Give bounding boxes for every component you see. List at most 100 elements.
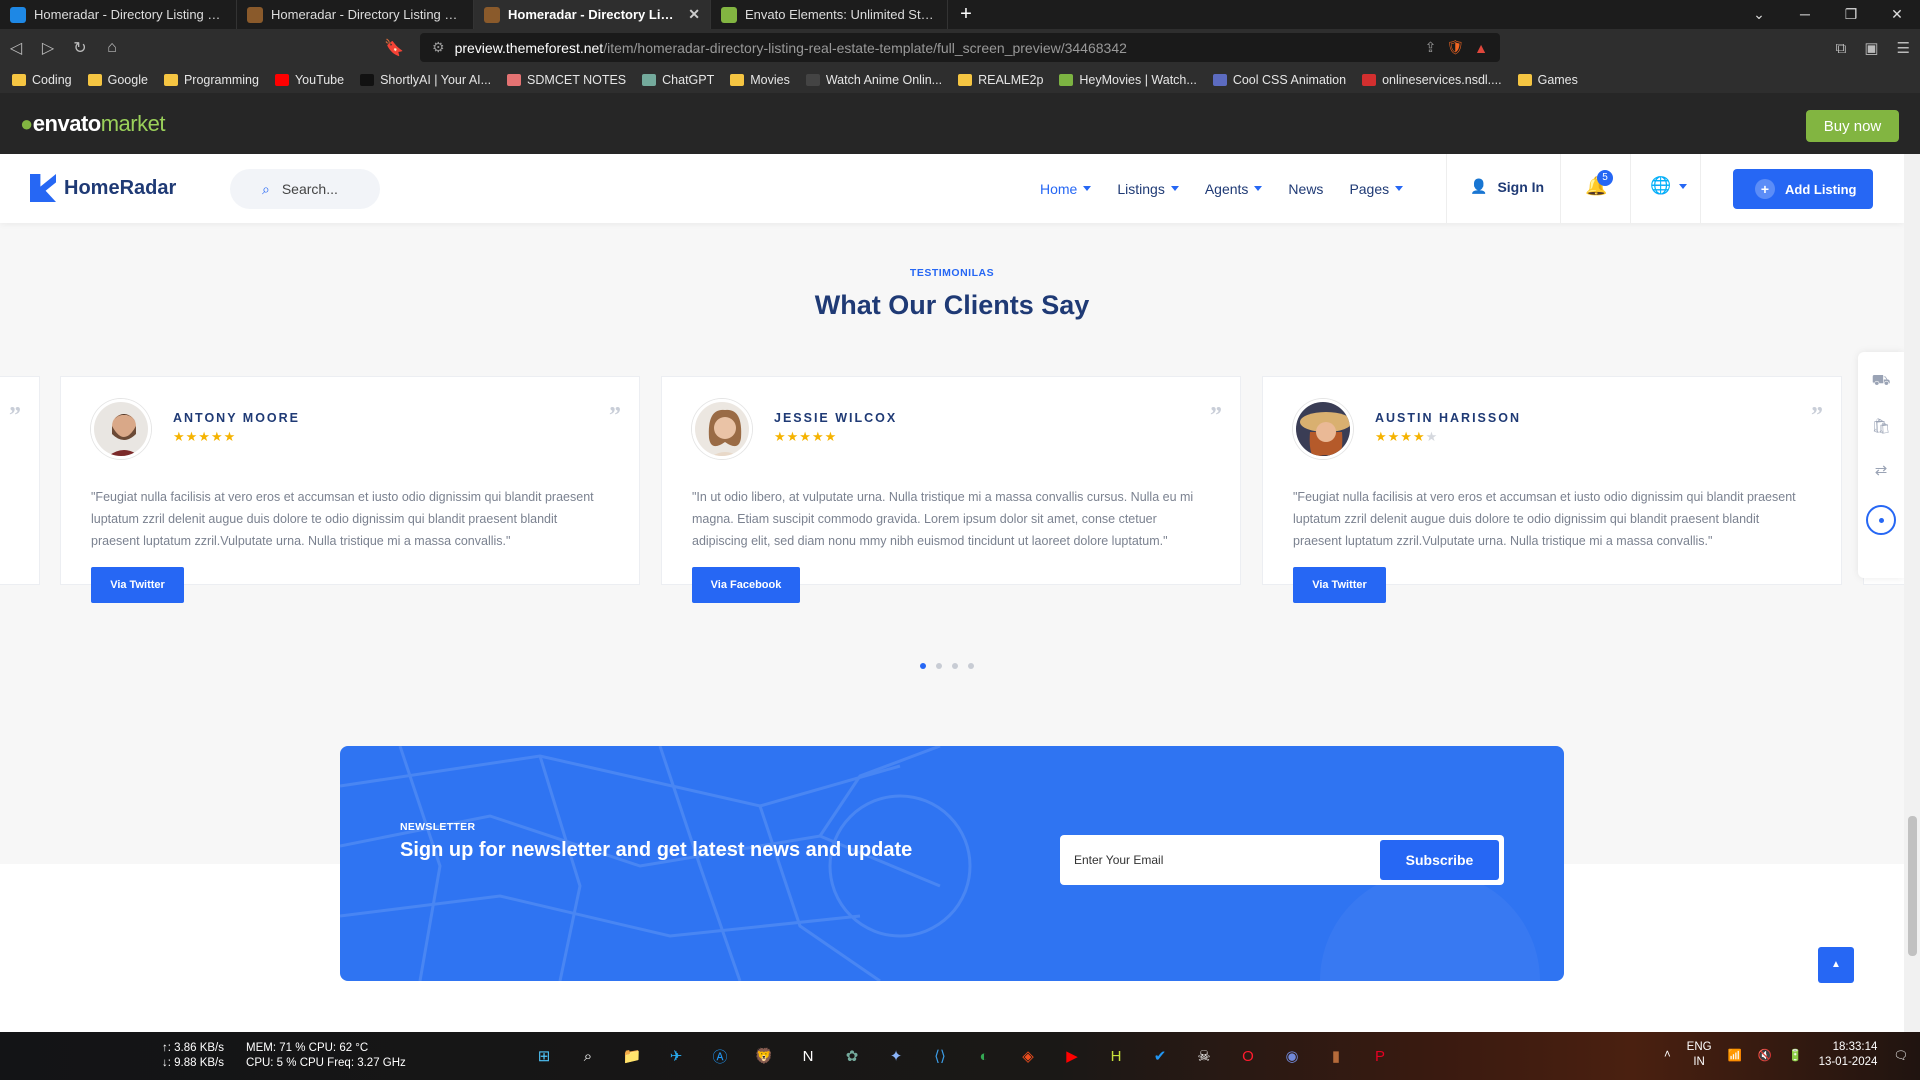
back-icon[interactable]: ◁	[0, 38, 32, 58]
notification-center-icon[interactable]: 🗨	[1893, 1048, 1908, 1062]
via-facebook-button[interactable]: Via Facebook	[692, 567, 800, 603]
testimonial-card-partial: ”	[0, 376, 40, 585]
figma-icon[interactable]: ◈	[1012, 1040, 1044, 1072]
page-scrollbar[interactable]	[1904, 154, 1920, 1032]
bookmark-item[interactable]: Games	[1517, 73, 1578, 87]
section-tag: TESTIMONILAS	[909, 267, 995, 279]
bookmark-item[interactable]: SDMCET NOTES	[507, 73, 626, 87]
via-twitter-button[interactable]: Via Twitter	[91, 567, 184, 603]
bookmark-item[interactable]: HeyMovies | Watch...	[1059, 73, 1197, 87]
pager-dot[interactable]	[936, 663, 942, 669]
bookmark-item[interactable]: Cool CSS Animation	[1212, 73, 1346, 87]
bookmark-item[interactable]: REALME2p	[958, 73, 1043, 87]
volume-icon[interactable]: 🔇	[1758, 1048, 1772, 1062]
nav-listings[interactable]: Listings	[1117, 181, 1179, 197]
browser-tab[interactable]: Homeradar - Directory Listing Real Est	[0, 0, 237, 29]
forward-icon[interactable]: ▷	[32, 38, 64, 58]
via-twitter-button[interactable]: Via Twitter	[1293, 567, 1386, 603]
brave-icon[interactable]: 🦁	[748, 1040, 780, 1072]
bookmark-item[interactable]: Watch Anime Onlin...	[805, 73, 942, 87]
pinterest-icon[interactable]: P	[1364, 1040, 1396, 1072]
maximize-button[interactable]: ❐	[1828, 0, 1874, 29]
nav-home[interactable]: Home	[1040, 181, 1092, 197]
bookmark-item[interactable]: ShortlyAI | Your AI...	[360, 73, 491, 87]
vscode-icon[interactable]: ⟨⟩	[924, 1040, 956, 1072]
search-box[interactable]: ⌕ Search...	[230, 169, 380, 209]
tab-list-icon[interactable]: ⌄	[1736, 0, 1782, 29]
bookmark-icon	[958, 74, 973, 86]
share-icon[interactable]: ⇪	[1425, 39, 1437, 56]
book-icon[interactable]: ▮	[1320, 1040, 1352, 1072]
clock[interactable]: 18:33:14 13-01-2024	[1819, 1040, 1878, 1070]
battery-icon[interactable]: 🔋	[1788, 1048, 1802, 1062]
bookmark-icon[interactable]: 🔖	[378, 38, 410, 58]
pager-dot[interactable]	[952, 663, 958, 669]
reload-icon[interactable]: ↻	[64, 38, 96, 58]
loader-icon[interactable]	[1866, 505, 1896, 535]
bookmark-item[interactable]: ChatGPT	[642, 73, 714, 87]
wallet-icon[interactable]: ▣	[1864, 39, 1878, 57]
nav-pages[interactable]: Pages	[1349, 181, 1404, 197]
bookmark-item[interactable]: Movies	[730, 73, 790, 87]
site-info-icon[interactable]: ⚙	[432, 39, 445, 56]
close-tab-icon[interactable]: ✕	[688, 6, 700, 23]
opera-icon[interactable]: O	[1232, 1040, 1264, 1072]
subscribe-button[interactable]: Subscribe	[1380, 840, 1499, 880]
bookmark-item[interactable]: Google	[87, 73, 148, 87]
chevron-up-icon[interactable]: ˄	[1664, 1049, 1671, 1061]
truck-icon[interactable]: ⛟	[1872, 372, 1891, 391]
home-icon[interactable]: ⌂	[96, 39, 128, 57]
wifi-icon[interactable]: 📶	[1728, 1048, 1742, 1062]
todo-icon[interactable]: ✔	[1144, 1040, 1176, 1072]
homeradar-logo[interactable]: HomeRadar	[30, 174, 176, 202]
compare-icon[interactable]: ⇄	[1875, 461, 1888, 479]
bookmarks-bar: Coding Google Programming YouTube ShortlyAI …	[0, 67, 1920, 93]
edge-icon[interactable]: ◐	[968, 1040, 1000, 1072]
nav-news[interactable]: News	[1288, 181, 1323, 197]
pager-dot[interactable]	[920, 663, 926, 669]
file-explorer-icon[interactable]: 📁	[616, 1040, 648, 1072]
bag-icon[interactable]: 🛍	[1871, 417, 1890, 435]
bookmark-item[interactable]: onlineservices.nsdl....	[1362, 73, 1502, 87]
telegram-icon[interactable]: ✈	[660, 1040, 692, 1072]
bookmark-item[interactable]: Programming	[163, 73, 259, 87]
brave-shield-icon[interactable]: 🛡	[1446, 39, 1464, 56]
notion-icon[interactable]: N	[792, 1040, 824, 1072]
scroll-to-top-button[interactable]: ▲	[1818, 947, 1854, 983]
browser-tab[interactable]: Envato Elements: Unlimited Stock Vide	[711, 0, 948, 29]
language-selector[interactable]: 🌐	[1650, 176, 1688, 196]
language-indicator[interactable]: ENG IN	[1687, 1040, 1712, 1070]
brave-rewards-icon[interactable]: ▲	[1474, 40, 1488, 56]
menu-icon[interactable]: ☰	[1897, 39, 1910, 57]
close-window-button[interactable]: ✕	[1874, 0, 1920, 29]
email-field[interactable]	[1074, 847, 1364, 873]
address-bar[interactable]: ⚙ preview.themeforest.net/item/homeradar…	[420, 33, 1500, 62]
bookmark-icon	[730, 74, 745, 86]
envato-logo[interactable]: ●envatomarket	[20, 111, 165, 137]
minimize-button[interactable]: ─	[1782, 0, 1828, 29]
search-icon[interactable]: ⌕	[572, 1040, 604, 1072]
windows-start-icon[interactable]: ⊞	[528, 1040, 560, 1072]
scrollbar-thumb[interactable]	[1908, 816, 1917, 956]
discord-icon[interactable]: ◉	[1276, 1040, 1308, 1072]
bookmark-item[interactable]: Coding	[12, 73, 72, 87]
quote-icon: ”	[1210, 403, 1222, 429]
browser-tab[interactable]: Homeradar - Directory Listing Real Est	[237, 0, 474, 29]
buy-now-button[interactable]: Buy now	[1806, 110, 1899, 142]
gemini-icon[interactable]: ✦	[880, 1040, 912, 1072]
add-listing-button[interactable]: + Add Listing	[1733, 169, 1873, 209]
bot-icon[interactable]: ☠	[1188, 1040, 1220, 1072]
chatgpt-icon[interactable]: ✿	[836, 1040, 868, 1072]
new-tab-button[interactable]: +	[948, 0, 984, 29]
hey-icon[interactable]: H	[1100, 1040, 1132, 1072]
pager-dot[interactable]	[968, 663, 974, 669]
testimonial-text: "Feugiat nulla facilisis at vero eros et…	[1293, 490, 1796, 548]
sign-in-link[interactable]: 👤 Sign In	[1470, 178, 1544, 195]
browser-tab[interactable]: Homeradar - Directory Listing Re ✕	[474, 0, 711, 29]
extensions-icon[interactable]: ⧉	[1836, 40, 1847, 57]
app-store-icon[interactable]: Ⓐ	[704, 1040, 736, 1072]
system-stats: ↑: 3.86 KB/s ↓: 9.88 KB/s MEM: 71 % CPU: …	[162, 1041, 406, 1071]
bookmark-item[interactable]: YouTube	[274, 73, 344, 87]
nav-agents[interactable]: Agents	[1205, 181, 1263, 197]
youtube-icon[interactable]: ▶	[1056, 1040, 1088, 1072]
